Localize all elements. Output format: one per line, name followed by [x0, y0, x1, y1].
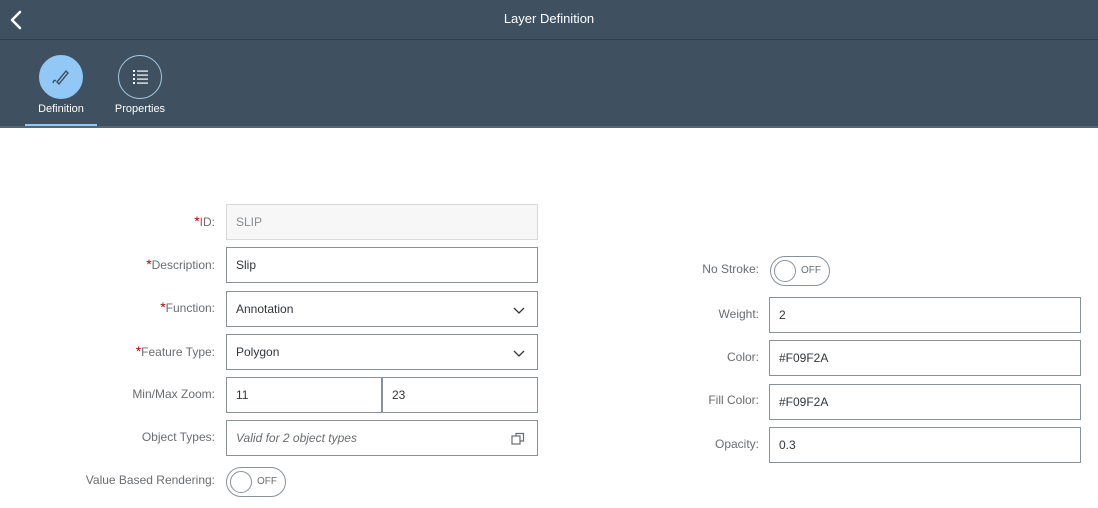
switch-knob — [774, 260, 796, 282]
function-select[interactable]: Annotation — [226, 291, 538, 327]
id-field: SLIP — [226, 204, 538, 240]
value-help-icon[interactable] — [511, 432, 525, 446]
object-types-field[interactable]: Valid for 2 object types — [226, 420, 538, 456]
tab-definition[interactable]: Definition — [25, 55, 97, 127]
zoom-label: Min/Max Zoom: — [132, 387, 215, 401]
fill-color-value: #F09F2A — [779, 395, 829, 409]
id-value: SLIP — [236, 215, 263, 229]
no-stroke-switch[interactable]: OFF — [770, 256, 830, 286]
function-label: *Function: — [60, 299, 215, 315]
page-title: Layer Definition — [503, 11, 595, 26]
color-label: Color: — [726, 350, 759, 364]
value-based-rendering-label: Value Based Rendering: — [85, 473, 215, 487]
max-zoom-field[interactable]: 23 — [382, 377, 538, 413]
switch-state: OFF — [257, 476, 277, 487]
opacity-label: Opacity: — [714, 437, 759, 451]
feature-type-label: *Feature Type: — [60, 343, 215, 359]
max-zoom-value: 23 — [392, 388, 406, 402]
feature-type-label-text: Feature Type: — [141, 345, 215, 359]
value-based-rendering-switch[interactable]: OFF — [226, 467, 286, 497]
tab-definition-label: Definition — [38, 103, 84, 115]
color-value: #F09F2A — [779, 351, 829, 365]
pencil-icon — [52, 69, 69, 86]
function-value: Annotation — [236, 302, 294, 316]
opacity-value: 0.3 — [779, 438, 796, 452]
weight-label: Weight: — [718, 307, 759, 321]
tab-properties[interactable]: Properties — [104, 55, 176, 127]
fill-color-label: Fill Color: — [708, 393, 759, 407]
weight-value: 2 — [779, 308, 786, 322]
object-types-placeholder: Valid for 2 object types — [236, 431, 357, 445]
switch-knob — [230, 471, 252, 493]
description-value: Slip — [236, 258, 257, 272]
color-field[interactable]: #F09F2A — [769, 340, 1081, 376]
opacity-field[interactable]: 0.3 — [769, 427, 1081, 463]
tab-selected-indicator — [25, 124, 97, 126]
tab-properties-label: Properties — [114, 103, 166, 115]
chevron-down-icon[interactable] — [513, 304, 525, 316]
icon-tab-bar: Definition Properties — [0, 40, 1098, 128]
min-zoom-field[interactable]: 11 — [226, 377, 382, 413]
object-types-label: Object Types: — [141, 430, 215, 444]
description-label: *Description: — [60, 256, 215, 272]
min-zoom-value: 11 — [236, 388, 249, 402]
id-label: *ID: — [60, 213, 215, 229]
weight-field[interactable]: 2 — [769, 297, 1081, 333]
switch-state: OFF — [801, 265, 821, 276]
function-label-text: Function: — [165, 301, 215, 315]
no-stroke-label: No Stroke: — [702, 262, 759, 276]
description-field[interactable]: Slip — [226, 247, 538, 283]
id-label-text: ID: — [199, 215, 215, 229]
shell-header: Layer Definition — [0, 0, 1098, 40]
tab-properties-circle — [118, 55, 162, 99]
tab-definition-circle — [39, 55, 83, 99]
chevron-down-icon[interactable] — [513, 347, 525, 359]
description-label-text: Description: — [151, 258, 215, 272]
fill-color-field[interactable]: #F09F2A — [769, 384, 1081, 420]
feature-type-select[interactable]: Polygon — [226, 334, 538, 370]
feature-type-value: Polygon — [236, 345, 280, 359]
list-icon — [133, 70, 148, 84]
